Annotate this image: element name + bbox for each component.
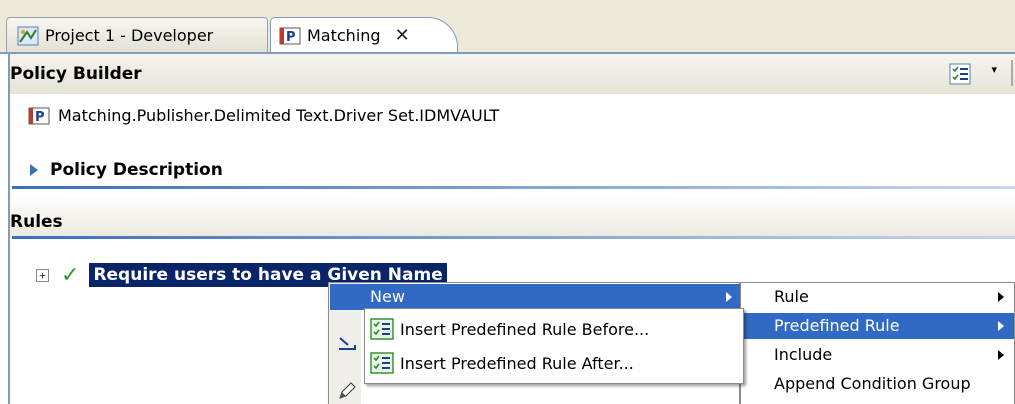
toolbar-separator bbox=[1011, 60, 1013, 86]
menu-item-insert-predefined-after[interactable]: Insert Predefined Rule After... bbox=[366, 347, 742, 379]
menu-item-include[interactable]: Include bbox=[742, 342, 1014, 368]
import-icon bbox=[337, 335, 357, 351]
project-developer-icon bbox=[17, 26, 39, 46]
policy-path-label: Matching.Publisher.Delimited Text.Driver… bbox=[58, 106, 500, 125]
pencil-icon bbox=[337, 381, 357, 401]
rules-section-header: Rules bbox=[10, 194, 1015, 236]
checkmark-icon: ✓ bbox=[61, 262, 80, 288]
new-submenu: Rule Predefined Rule Include Append Cond… bbox=[740, 282, 1015, 404]
tree-expand-icon[interactable]: + bbox=[36, 268, 49, 282]
submenu-arrow-icon bbox=[998, 350, 1004, 360]
menu-item-append-condition-group[interactable]: Append Condition Group bbox=[742, 371, 1014, 397]
svg-text:P: P bbox=[286, 30, 296, 45]
submenu-arrow-icon bbox=[998, 321, 1004, 331]
submenu-arrow-icon bbox=[998, 292, 1004, 302]
rule-list-icon bbox=[370, 352, 394, 374]
menu-item-insert-predefined-before[interactable]: Insert Predefined Rule Before... bbox=[366, 313, 742, 345]
menu-item-predefined-rule-label: Predefined Rule bbox=[774, 316, 900, 335]
rule-list-icon[interactable] bbox=[949, 63, 971, 85]
rules-title: Rules bbox=[10, 212, 63, 232]
tab-project-label: Project 1 - Developer bbox=[45, 26, 214, 45]
tab-matching[interactable]: P Matching ✕ bbox=[270, 17, 458, 53]
policy-description-toggle[interactable]: Policy Description bbox=[30, 160, 223, 180]
menu-item-rule-label: Rule bbox=[774, 287, 809, 306]
policy-builder-header: Policy Builder ▾ bbox=[8, 54, 1015, 94]
menu-item-rule[interactable]: Rule bbox=[742, 284, 1014, 310]
predefined-rule-submenu: Insert Predefined Rule Before... Insert … bbox=[364, 308, 744, 384]
policy-builder-title: Policy Builder bbox=[10, 64, 142, 84]
policy-p-icon: P bbox=[28, 107, 50, 125]
policy-p-icon: P bbox=[279, 26, 301, 46]
menu-item-insert-before-label: Insert Predefined Rule Before... bbox=[400, 319, 650, 339]
rule-list-icon bbox=[370, 318, 394, 340]
menu-item-predefined-rule[interactable]: Predefined Rule bbox=[742, 313, 1014, 339]
section-divider bbox=[12, 236, 1015, 239]
menu-item-append-condition-group-label: Append Condition Group bbox=[774, 374, 971, 393]
tab-matching-label: Matching bbox=[307, 26, 381, 45]
menu-item-new[interactable]: New bbox=[330, 284, 740, 310]
tab-project-developer[interactable]: Project 1 - Developer bbox=[6, 17, 268, 53]
close-icon[interactable]: ✕ bbox=[395, 25, 410, 46]
editor-tab-bar: Project 1 - Developer P Matching ✕ bbox=[0, 0, 1015, 54]
menu-item-include-label: Include bbox=[774, 345, 833, 364]
expand-triangle-icon bbox=[30, 164, 38, 176]
svg-text:P: P bbox=[35, 110, 45, 125]
policy-path: P Matching.Publisher.Delimited Text.Driv… bbox=[28, 106, 499, 125]
policy-description-label: Policy Description bbox=[50, 160, 223, 180]
menu-item-new-label: New bbox=[370, 287, 405, 306]
section-divider bbox=[12, 186, 1015, 189]
toolbar-dropdown-icon[interactable]: ▾ bbox=[991, 63, 997, 76]
submenu-arrow-icon bbox=[726, 292, 732, 302]
menu-item-insert-after-label: Insert Predefined Rule After... bbox=[400, 353, 634, 373]
